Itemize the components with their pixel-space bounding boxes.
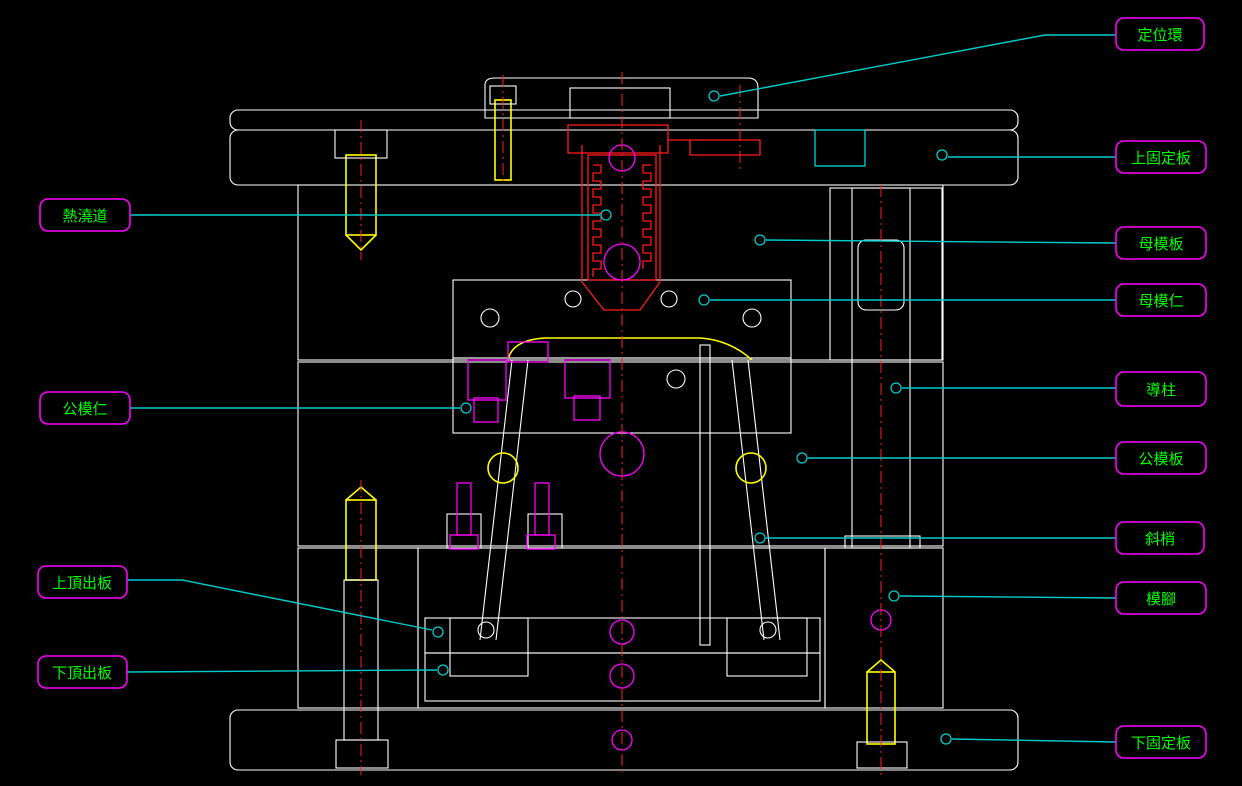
callout-cooling-channel: 熱澆道: [39, 198, 131, 232]
cavity-plate-shape: [297, 184, 944, 361]
callout-bottom-clamp-plate: 下固定板: [1115, 725, 1207, 759]
label-angled-lifter: 斜梢: [1145, 530, 1175, 548]
hot-runner: [567, 124, 866, 311]
label-cooling-channel: 熱澆道: [62, 207, 107, 225]
callout-cavity-plate: 母模板: [1115, 226, 1207, 260]
leader-dot-angled-lifter: [754, 532, 766, 544]
core-plate-shape: [297, 361, 944, 547]
leader-bottom-clamp-plate: [951, 738, 1117, 743]
mold-outline: [229, 77, 1019, 771]
leader-dot-core-insert: [460, 402, 472, 414]
label-mold-foot: 模腳: [1146, 590, 1176, 608]
label-guide-pillar: 導柱: [1146, 381, 1176, 399]
leader-cavity-plate: [765, 239, 1117, 244]
leader-dot-lower-ejector-plate: [437, 664, 449, 676]
label-cavity-plate: 母模板: [1138, 235, 1183, 253]
guide-pillar-shape: [829, 187, 943, 361]
callout-guide-pillar: 導柱: [1115, 371, 1207, 407]
leader-dot-core-plate: [796, 452, 808, 464]
callout-lower-ejector-plate: 下頂出板: [37, 655, 128, 689]
leader-locating-ring: [719, 34, 1116, 97]
callout-upper-ejector-plate: 上頂出板: [37, 565, 128, 599]
leader-dot-mold-foot: [888, 590, 900, 602]
label-upper-ejector-plate: 上頂出板: [52, 574, 112, 592]
label-core-insert: 公模仁: [62, 400, 107, 418]
leader-dot-top-clamp-plate: [936, 149, 948, 161]
leader-upper-ejector-plate: [127, 579, 433, 631]
label-bottom-clamp-plate: 下固定板: [1131, 734, 1191, 752]
callout-top-clamp-plate: 上固定板: [1115, 140, 1207, 174]
centerlines: [360, 72, 882, 775]
screws: [334, 85, 908, 769]
top-clamp-plate-shape: [229, 109, 1019, 131]
label-locating-ring: 定位環: [1137, 26, 1182, 44]
callout-angled-lifter: 斜梢: [1115, 521, 1205, 555]
leader-dot-locating-ring: [708, 90, 720, 102]
leader-dot-upper-ejector-plate: [432, 626, 444, 638]
callout-cavity-insert: 母模仁: [1115, 283, 1207, 317]
leader-lower-ejector-plate: [126, 669, 438, 673]
leader-dot-cavity-plate: [754, 234, 766, 246]
label-core-plate: 公模板: [1138, 450, 1183, 468]
callout-core-insert: 公模仁: [39, 391, 131, 425]
leader-dot-bottom-clamp-plate: [940, 733, 952, 745]
callout-locating-ring: 定位環: [1115, 17, 1205, 51]
mold-foot-left: [297, 547, 419, 709]
label-top-clamp-plate: 上固定板: [1131, 149, 1191, 167]
label-cavity-insert: 母模仁: [1138, 292, 1183, 310]
label-lower-ejector-plate: 下頂出板: [52, 664, 112, 682]
mold-assembly-drawing: 定位環 上固定板 熱澆道 母模板 母模仁 公模仁 導柱 公模板 斜梢 模腳 上頂…: [37, 17, 1207, 775]
leader-dot-cavity-insert: [698, 294, 710, 306]
callout-core-plate: 公模板: [1115, 441, 1207, 475]
leader-dot-cooling-channel: [600, 209, 612, 221]
callout-mold-foot: 模腳: [1115, 581, 1207, 615]
leader-dot-guide-pillar: [890, 382, 902, 394]
leader-mold-foot: [899, 595, 1117, 599]
mold-foot-right: [824, 547, 944, 709]
